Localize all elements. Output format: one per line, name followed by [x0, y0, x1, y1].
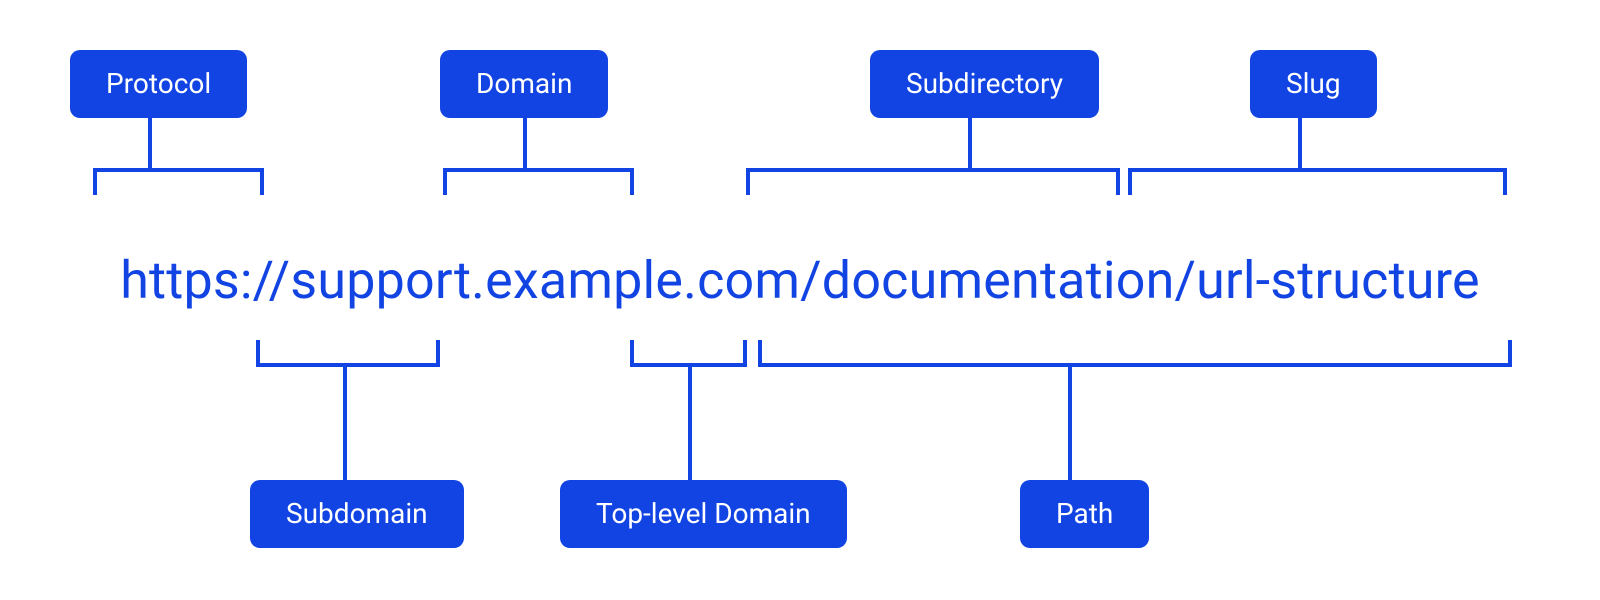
- label-protocol: Protocol: [70, 50, 247, 118]
- label-tld: Top-level Domain: [560, 480, 847, 548]
- label-path: Path: [1020, 480, 1149, 548]
- label-domain: Domain: [440, 50, 608, 118]
- label-subdomain: Subdomain: [250, 480, 464, 548]
- url-text: https://support.example.com/documentatio…: [0, 255, 1600, 307]
- url-anatomy-diagram: Protocol Domain Subdirectory Slug https:…: [0, 0, 1600, 600]
- label-subdirectory: Subdirectory: [870, 50, 1099, 118]
- label-slug: Slug: [1250, 50, 1377, 118]
